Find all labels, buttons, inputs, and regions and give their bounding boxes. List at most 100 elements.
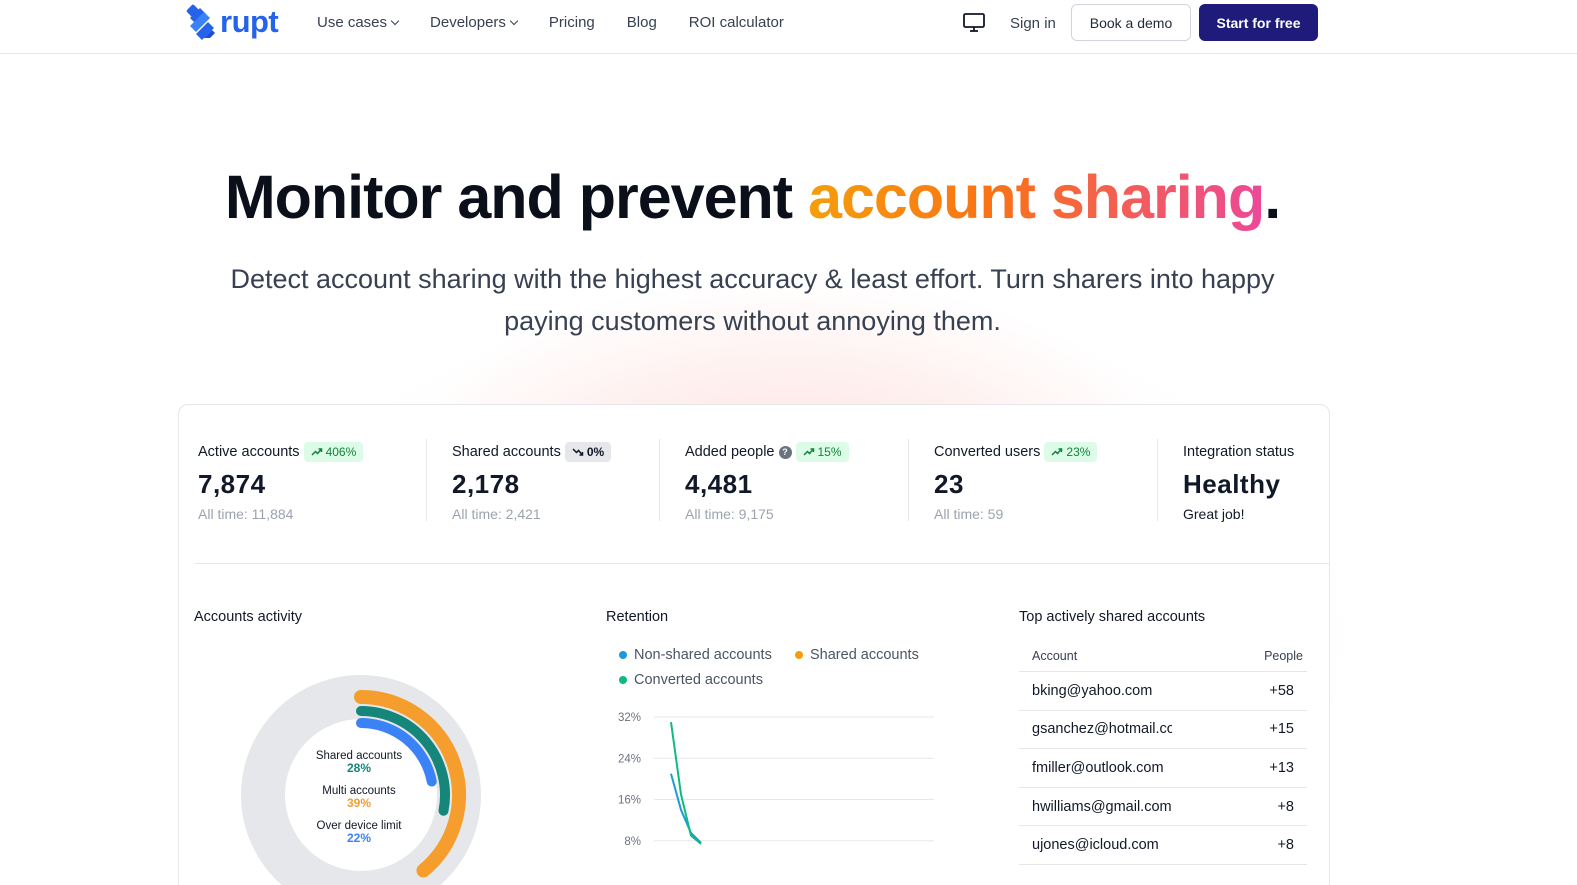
stat-label: Active accounts (198, 444, 300, 460)
legend-converted[interactable]: Converted accounts (619, 672, 771, 688)
trend-down-icon (572, 448, 584, 456)
trend-value: 15% (817, 445, 842, 459)
series-line-converted-accounts[interactable] (670, 722, 702, 845)
stat-converted-users: Converted users 23% 23 All time: 59 (934, 441, 1098, 522)
stat-label: Converted users (934, 444, 1041, 460)
stat-value: 7,874 (198, 469, 266, 499)
trend-badge: 23% (1044, 442, 1098, 462)
stat-active-accounts: Active accounts 406% 7,874 All time: 11,… (198, 441, 364, 522)
stat-divider (659, 439, 660, 521)
legend-non-shared[interactable]: Non-shared accounts (619, 647, 781, 663)
table-row[interactable]: ujones@icloud.com +8 (1019, 826, 1307, 865)
rupt-logo-icon (186, 4, 215, 40)
nav-links: Use cases Developers Pricing Blog ROI ca… (317, 14, 816, 31)
hero-subtitle: Detect account sharing with the highest … (230, 264, 1275, 336)
top-shared-title: Top actively shared accounts (1019, 609, 1206, 625)
monitor-icon[interactable] (963, 13, 985, 33)
nav-developers-label: Developers (430, 14, 506, 31)
hero-title: Monitor and prevent account sharing. (0, 162, 1505, 232)
stat-value: 2,178 (452, 469, 520, 499)
nav-blog[interactable]: Blog (627, 14, 657, 31)
stat-status-message: Great job! (1183, 506, 1245, 522)
stat-label: Shared accounts (452, 444, 561, 460)
table-row[interactable]: fmiller@outlook.com +13 (1019, 749, 1307, 788)
legend-label: Converted accounts (634, 672, 763, 688)
stat-all-time: All time: 59 (934, 506, 1004, 522)
table-row[interactable]: hwilliams@gmail.com +8 (1019, 788, 1307, 827)
trend-up-icon (802, 448, 814, 456)
logo-text: rupt (220, 4, 279, 39)
row-people: +15 (1269, 721, 1294, 738)
chevron-down-icon (390, 16, 400, 26)
column-header-account: Account (1032, 649, 1078, 663)
stat-all-time: All time: 9,175 (685, 506, 774, 522)
nav-use-cases-label: Use cases (317, 14, 388, 31)
legend-dot (795, 651, 803, 659)
row-people: +8 (1277, 837, 1294, 854)
segment-value: 39% (347, 796, 371, 810)
retention-line-chart: 32% 24% 16% 8% (618, 712, 934, 848)
legend-dot (619, 676, 627, 684)
stat-shared-accounts: Shared accounts 0% 2,178 All time: 2,421 (452, 441, 612, 522)
dashboard-preview-card: Active accounts 406% 7,874 All time: 11,… (178, 404, 1330, 885)
help-icon[interactable]: ? (778, 445, 792, 459)
row-account: fmiller@outlook.com (1032, 759, 1164, 776)
stat-value: 23 (934, 469, 964, 499)
stat-integration-status: Integration status Healthy Great job! (1183, 441, 1294, 522)
y-tick-label: 8% (624, 836, 641, 848)
stat-divider (908, 439, 909, 521)
segment-value: 28% (347, 761, 371, 775)
start-free-button[interactable]: Start for free (1199, 4, 1318, 41)
stat-divider (426, 439, 427, 521)
hero-title-start: Monitor and prevent (224, 163, 809, 231)
chevron-down-icon (509, 16, 519, 26)
series-line-non-shared-accounts[interactable] (670, 773, 702, 844)
y-tick-label: 24% (618, 753, 641, 765)
sign-in-link[interactable]: Sign in (1010, 15, 1056, 32)
trend-value: 406% (325, 445, 357, 459)
table-row[interactable]: gsanchez@hotmail.com +15 (1019, 711, 1307, 750)
accounts-activity-title: Accounts activity (194, 609, 302, 625)
row-account: ujones@icloud.com (1032, 837, 1159, 854)
segment-value: 22% (347, 831, 371, 845)
stat-label: Integration status (1183, 444, 1295, 460)
trend-badge: 0% (564, 442, 612, 462)
nav-roi-calculator[interactable]: ROI calculator (689, 14, 784, 31)
retention-title: Retention (606, 609, 669, 625)
legend-label: Shared accounts (810, 647, 919, 663)
stat-label: Added people (685, 444, 775, 460)
stat-all-time: All time: 2,421 (452, 506, 541, 522)
row-people: +58 (1269, 682, 1294, 699)
legend-label: Non-shared accounts (634, 647, 772, 663)
nav-pricing[interactable]: Pricing (549, 14, 595, 31)
legend-shared[interactable]: Shared accounts (795, 647, 919, 663)
stat-value: 4,481 (685, 469, 753, 499)
row-account: hwilliams@gmail.com (1032, 798, 1172, 815)
trend-up-icon (311, 448, 322, 456)
stat-value: Healthy (1183, 469, 1281, 499)
table-row[interactable]: bking@yahoo.com +58 (1019, 672, 1307, 711)
hero-title-end: . (1264, 163, 1281, 231)
column-header-people: People (1264, 649, 1303, 663)
trend-badge: 406% (303, 442, 364, 462)
hero-title-accent: account sharing (808, 163, 1265, 231)
trend-up-icon (1051, 448, 1063, 456)
row-people: +13 (1269, 759, 1294, 776)
book-demo-button[interactable]: Book a demo (1071, 4, 1191, 41)
top-navigation: rupt Use cases Developers Pricing Blog R… (0, 0, 1577, 54)
nav-developers[interactable]: Developers (430, 14, 519, 31)
stat-added-people: Added people ? 15% 4,481 All time: 9,175 (685, 441, 849, 522)
row-people: +8 (1277, 798, 1294, 815)
legend-dot (619, 651, 627, 659)
trend-badge: 15% (795, 442, 849, 462)
top-shared-table: Account People bking@yahoo.com +58 gsanc… (1019, 641, 1307, 865)
trend-value: 23% (1066, 445, 1091, 459)
table-header: Account People (1019, 641, 1307, 672)
card-divider (195, 563, 1329, 564)
y-tick-label: 32% (618, 712, 641, 724)
stat-divider (1157, 439, 1158, 521)
nav-use-cases[interactable]: Use cases (317, 14, 400, 31)
accounts-activity-donut: Shared accounts 28% Multi accounts 39% O… (241, 675, 481, 885)
logo[interactable]: rupt (186, 4, 279, 40)
row-account: gsanchez@hotmail.com (1032, 721, 1172, 738)
